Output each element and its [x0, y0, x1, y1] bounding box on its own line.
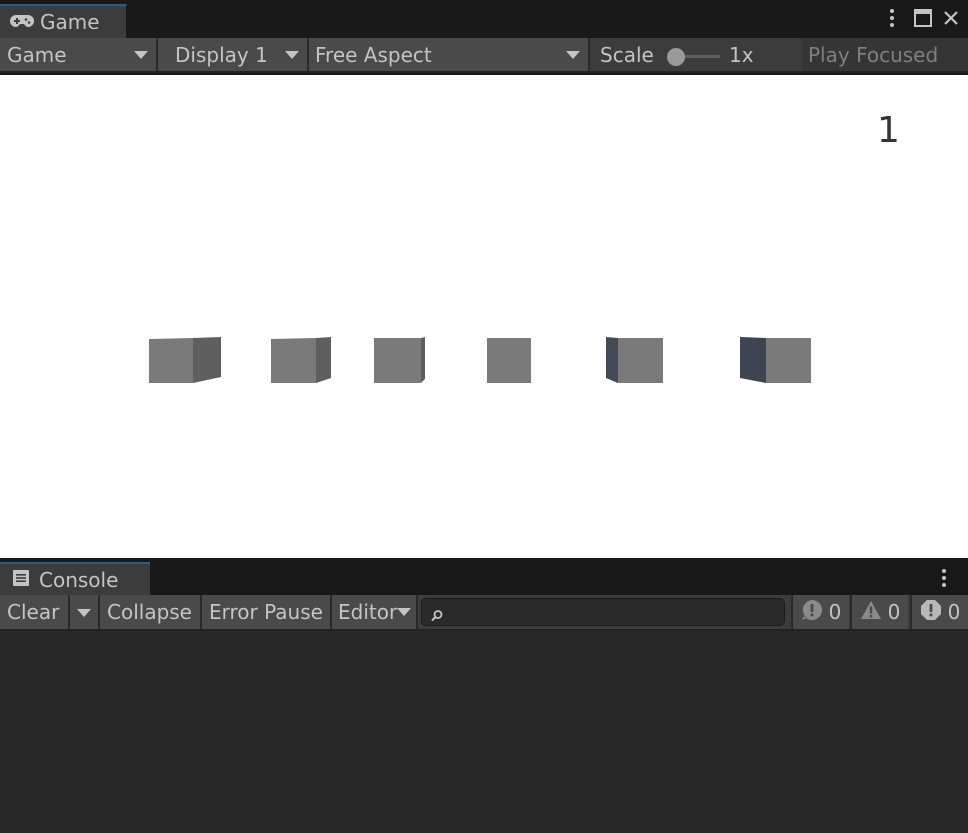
scale-label: Scale: [600, 42, 654, 67]
score-text: 1: [877, 110, 900, 151]
game-viewport[interactable]: 1: [0, 75, 968, 558]
display-dropdown-label: Display 1: [175, 42, 268, 67]
editor-dropdown[interactable]: Editor: [332, 595, 418, 629]
console-log-area[interactable]: [0, 631, 968, 833]
warning-count-toggle[interactable]: 0: [850, 595, 908, 629]
clear-button[interactable]: Clear: [0, 595, 70, 629]
chevron-down-icon: [397, 608, 411, 616]
cube-2: [271, 337, 331, 383]
console-toolbar: Clear Collapse Error Pause Editor 0 0 0: [0, 595, 968, 631]
clear-options-dropdown[interactable]: [70, 595, 100, 629]
cube-4: [487, 338, 531, 383]
error-pause-button-label: Error Pause: [209, 600, 323, 624]
cube-1: [149, 337, 221, 383]
close-icon[interactable]: [940, 6, 962, 30]
collapse-button[interactable]: Collapse: [100, 595, 202, 629]
display-dropdown[interactable]: Display 1: [158, 38, 309, 71]
tab-console-label: Console: [39, 567, 119, 592]
warning-count: 0: [887, 600, 901, 624]
cube-6: [740, 337, 811, 383]
tab-console[interactable]: Console: [0, 562, 150, 595]
game-toolbar: Game Display 1 Free Aspect Scale 1x Play…: [0, 38, 968, 73]
console-tab-bar: Console: [0, 558, 968, 595]
cube-3: [374, 337, 425, 383]
play-focused-dropdown[interactable]: Play Focused: [802, 38, 968, 71]
kebab-menu-icon[interactable]: [884, 6, 900, 30]
chevron-down-icon: [77, 609, 91, 617]
aspect-dropdown[interactable]: Free Aspect: [309, 38, 590, 71]
info-count: 0: [828, 600, 842, 624]
cube-5: [606, 337, 663, 383]
error-count: 0: [947, 600, 961, 624]
view-dropdown-label: Game: [7, 42, 67, 67]
kebab-menu-icon[interactable]: [936, 566, 952, 590]
scale-value: 1x: [729, 42, 754, 67]
tab-game[interactable]: Game: [0, 4, 127, 38]
error-icon: [920, 599, 942, 626]
maximize-icon[interactable]: [912, 6, 934, 30]
gamepad-icon: [10, 10, 34, 34]
error-count-toggle[interactable]: 0: [910, 595, 968, 629]
info-count-toggle[interactable]: 0: [791, 595, 849, 629]
game-tab-bar: Game: [0, 0, 968, 38]
chevron-down-icon: [285, 51, 299, 59]
aspect-dropdown-label: Free Aspect: [315, 42, 432, 67]
info-bubble-icon: [801, 599, 823, 626]
collapse-button-label: Collapse: [107, 600, 192, 624]
search-icon: [430, 604, 444, 628]
chevron-down-icon: [134, 51, 148, 59]
console-search-input[interactable]: [421, 598, 785, 626]
warning-icon: [860, 600, 882, 625]
tab-game-label: Game: [40, 10, 100, 34]
scale-slider-knob[interactable]: [667, 48, 685, 66]
view-dropdown[interactable]: Game: [0, 38, 158, 71]
chevron-down-icon: [566, 51, 580, 59]
error-pause-button[interactable]: Error Pause: [202, 595, 332, 629]
clear-button-label: Clear: [7, 600, 60, 624]
scale-slider-track[interactable]: [680, 55, 720, 58]
editor-dropdown-label: Editor: [338, 600, 398, 624]
play-focused-label: Play Focused: [808, 42, 939, 67]
console-icon: [12, 568, 30, 592]
